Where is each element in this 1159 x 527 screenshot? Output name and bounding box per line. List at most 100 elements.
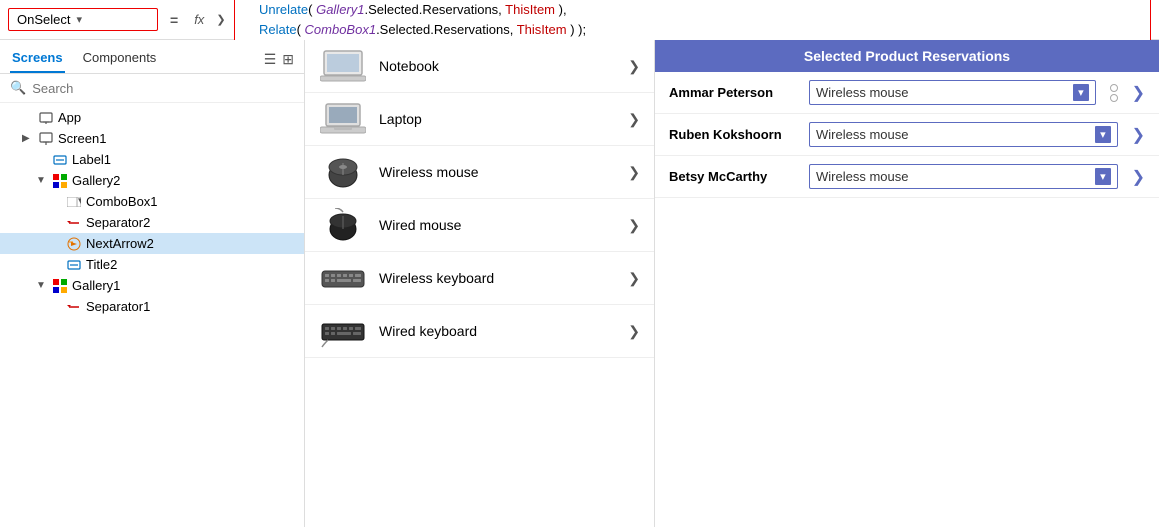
notebook-arrow-icon: ❯ <box>628 58 640 75</box>
tree-item-nextarrow2[interactable]: NextArrow2 <box>0 233 304 254</box>
sidebar: Screens Components ☰ ⊞ 🔍 App ▶ <box>0 40 305 527</box>
tree-label-app: App <box>58 110 81 125</box>
gallery-item-laptop[interactable]: Laptop ❯ <box>305 93 654 146</box>
gallery-list: Notebook ❯ Laptop ❯ <box>305 40 654 527</box>
laptop-arrow-icon: ❯ <box>628 111 640 128</box>
tree-label-gallery1: Gallery1 <box>72 278 120 293</box>
gallery-item-wired-mouse[interactable]: Wired mouse ❯ <box>305 199 654 252</box>
res-dropdown-btn-ruben[interactable]: ▾ <box>1095 126 1111 143</box>
separator1-icon <box>66 300 82 314</box>
tree-label-separator2: Separator2 <box>86 215 150 230</box>
tree-item-gallery2[interactable]: ▼ Gallery2 <box>0 170 304 191</box>
tree-label-title2: Title2 <box>86 257 117 272</box>
res-name-ammar: Ammar Peterson <box>669 85 799 100</box>
wireless-mouse-arrow-icon: ❯ <box>628 164 640 181</box>
res-dropdown-val-ammar: Wireless mouse <box>816 85 1069 100</box>
selector-chevron-icon: ▾ <box>76 13 82 26</box>
list-view-icon[interactable]: ☰ <box>264 51 277 68</box>
res-dropdown-btn-betsy[interactable]: ▾ <box>1095 168 1111 185</box>
gallery-item-wireless-mouse[interactable]: Wireless mouse ❯ <box>305 146 654 199</box>
gallery-item-notebook[interactable]: Notebook ❯ <box>305 40 654 93</box>
wired-keyboard-name: Wired keyboard <box>379 323 616 339</box>
tree-item-title2[interactable]: Title2 <box>0 254 304 275</box>
tree-item-label1[interactable]: Label1 <box>0 149 304 170</box>
search-icon: 🔍 <box>10 80 26 96</box>
app-icon <box>38 111 54 125</box>
tab-screens[interactable]: Screens <box>10 46 65 73</box>
product-gallery-panel: Notebook ❯ Laptop ❯ <box>305 40 655 527</box>
wired-keyboard-arrow-icon: ❯ <box>628 323 640 340</box>
search-box: 🔍 <box>0 74 304 103</box>
formula-selector[interactable]: OnSelect ▾ <box>8 8 158 31</box>
tree-item-screen1[interactable]: ▶ Screen1 <box>0 128 304 149</box>
wired-mouse-name: Wired mouse <box>379 217 616 233</box>
tree-arrow-gallery1: ▼ <box>36 280 48 291</box>
res-nav-arrow-betsy[interactable]: ❯ <box>1132 167 1145 187</box>
combobox-icon: ▾ <box>66 197 82 207</box>
notebook-image <box>319 48 367 84</box>
main-area: Screens Components ☰ ⊞ 🔍 App ▶ <box>0 40 1159 527</box>
res-dropdown-btn-ammar[interactable]: ▾ <box>1073 84 1089 101</box>
equals-sign: = <box>166 12 182 28</box>
res-name-betsy: Betsy McCarthy <box>669 169 799 184</box>
res-dropdown-val-ruben: Wireless mouse <box>816 127 1091 142</box>
tree-label-screen1: Screen1 <box>58 131 106 146</box>
res-circles-ammar <box>1110 84 1118 102</box>
tree-item-gallery1[interactable]: ▼ Gallery1 <box>0 275 304 296</box>
tree-item-separator1[interactable]: Separator1 <box>0 296 304 317</box>
nextarrow2-icon <box>66 237 82 251</box>
grid-view-icon[interactable]: ⊞ <box>282 51 294 68</box>
wireless-keyboard-arrow-icon: ❯ <box>628 270 640 287</box>
wired-mouse-image <box>319 207 367 243</box>
tab-components[interactable]: Components <box>81 46 159 73</box>
res-dropdown-ruben[interactable]: Wireless mouse ▾ <box>809 122 1118 147</box>
res-dropdown-ammar[interactable]: Wireless mouse ▾ <box>809 80 1096 105</box>
tree-item-combobox1[interactable]: ▾ ComboBox1 <box>0 191 304 212</box>
wired-keyboard-image <box>319 313 367 349</box>
tree-item-separator2[interactable]: Separator2 <box>0 212 304 233</box>
res-name-ruben: Ruben Kokshoorn <box>669 127 799 142</box>
gallery-item-wired-keyboard[interactable]: Wired keyboard ❯ <box>305 305 654 358</box>
formula-selector-label: OnSelect <box>17 12 70 27</box>
res-circle-bot-ammar <box>1110 94 1118 102</box>
title2-icon <box>66 258 82 272</box>
reservation-list: Ammar Peterson Wireless mouse ▾ ❯ Ruben … <box>655 72 1159 527</box>
reservation-row-betsy: Betsy McCarthy Wireless mouse ▾ ❯ <box>655 156 1159 198</box>
tree-label-combobox1: ComboBox1 <box>86 194 158 209</box>
res-dropdown-betsy[interactable]: Wireless mouse ▾ <box>809 164 1118 189</box>
gallery2-icon <box>52 174 68 188</box>
svg-text:▾: ▾ <box>78 197 81 207</box>
reservations-header: Selected Product Reservations <box>655 40 1159 72</box>
screen-icon <box>38 132 54 146</box>
res-circle-top-ammar <box>1110 84 1118 92</box>
separator2-icon <box>66 216 82 230</box>
tree-panel: App ▶ Screen1 Label1 ▼ <box>0 103 304 527</box>
res-dropdown-val-betsy: Wireless mouse <box>816 169 1091 184</box>
gallery1-icon <box>52 279 68 293</box>
wireless-mouse-name: Wireless mouse <box>379 164 616 180</box>
reservation-row-ruben: Ruben Kokshoorn Wireless mouse ▾ ❯ <box>655 114 1159 156</box>
res-nav-arrow-ruben[interactable]: ❯ <box>1132 125 1145 145</box>
search-input[interactable] <box>32 81 294 96</box>
tree-label-gallery2: Gallery2 <box>72 173 120 188</box>
top-bar: OnSelect ▾ = fx ❯ If( IsBlank( ComboBox1… <box>0 0 1159 40</box>
wireless-mouse-image <box>319 154 367 190</box>
fx-label: fx <box>190 12 208 27</box>
fx-arrow-icon: ❯ <box>216 13 225 26</box>
tree-label-separator1: Separator1 <box>86 299 150 314</box>
wireless-keyboard-image <box>319 260 367 296</box>
gallery-item-wireless-keyboard[interactable]: Wireless keyboard ❯ <box>305 252 654 305</box>
reservation-row-ammar: Ammar Peterson Wireless mouse ▾ ❯ <box>655 72 1159 114</box>
sidebar-tabs: Screens Components ☰ ⊞ <box>0 40 304 74</box>
laptop-image <box>319 101 367 137</box>
tree-arrow-gallery2: ▼ <box>36 175 48 186</box>
wireless-keyboard-name: Wireless keyboard <box>379 270 616 286</box>
laptop-name: Laptop <box>379 111 616 127</box>
notebook-name: Notebook <box>379 58 616 74</box>
reservations-panel: Selected Product Reservations Ammar Pete… <box>655 40 1159 527</box>
label-icon <box>52 153 68 167</box>
res-nav-arrow-ammar[interactable]: ❯ <box>1132 83 1145 103</box>
tree-item-app[interactable]: App <box>0 107 304 128</box>
wired-mouse-arrow-icon: ❯ <box>628 217 640 234</box>
tree-arrow-screen1: ▶ <box>22 133 34 144</box>
